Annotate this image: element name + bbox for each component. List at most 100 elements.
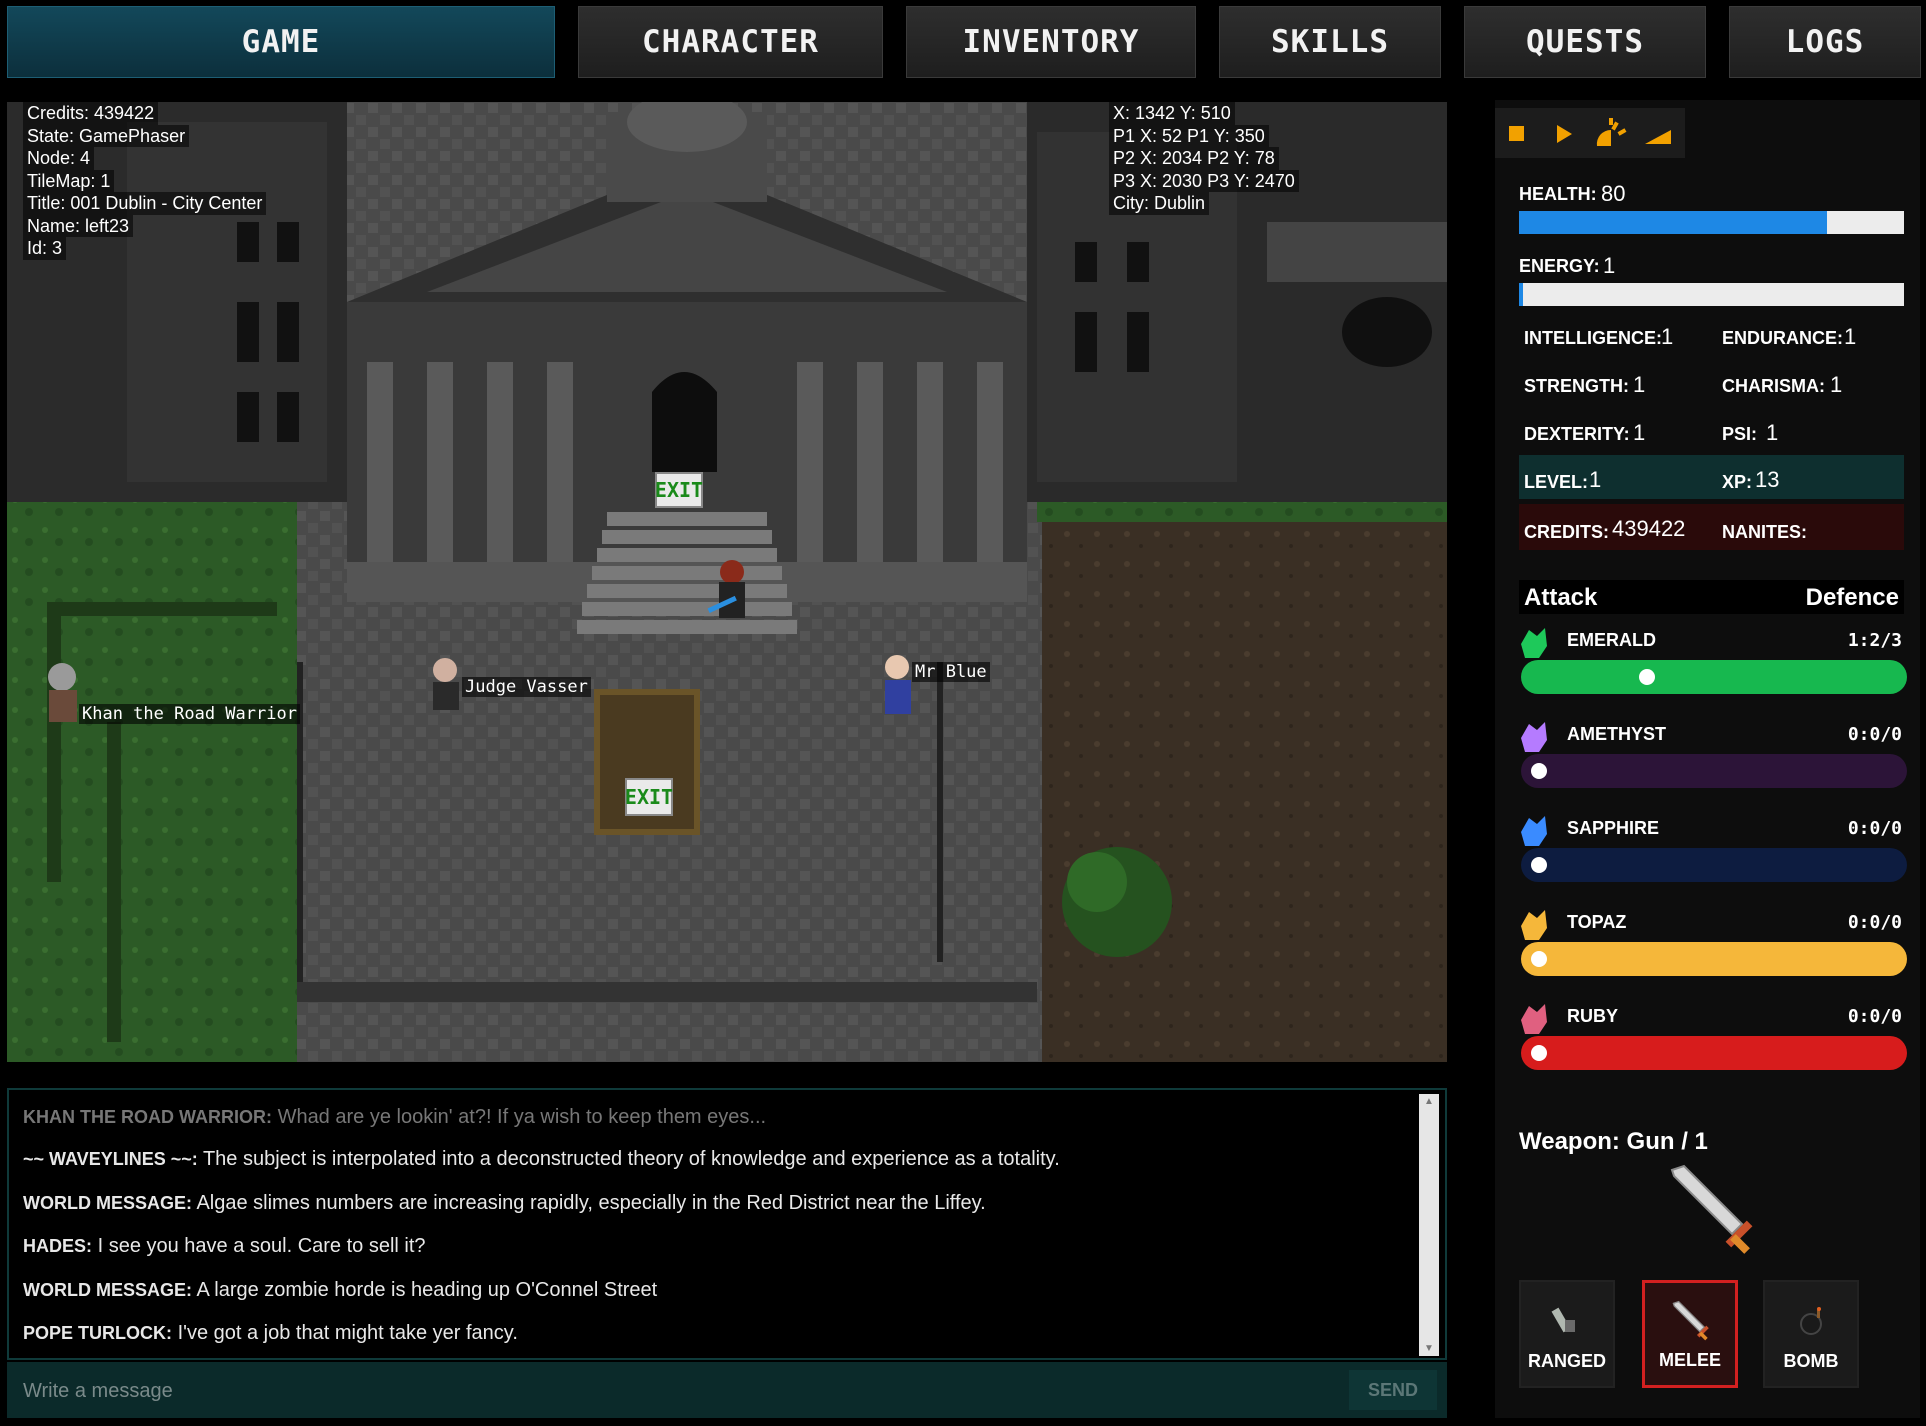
gem-name: SAPPHIRE bbox=[1567, 818, 1660, 838]
gem-name: RUBY bbox=[1567, 1006, 1619, 1026]
chat-scrollbar[interactable]: ▲ ▼ bbox=[1419, 1094, 1439, 1356]
endurance-label: ENDURANCE: bbox=[1722, 328, 1843, 348]
scroll-up-arrow-icon[interactable]: ▲ bbox=[1419, 1096, 1439, 1107]
chat-message: POPE TURLOCK: I've got a job that might … bbox=[23, 1322, 518, 1345]
slider-knob[interactable] bbox=[1531, 1045, 1547, 1061]
debug-credits: Credits: 439422 bbox=[23, 102, 159, 125]
xp-label: XP: bbox=[1722, 472, 1753, 492]
chat-text: Algae slimes numbers are increasing rapi… bbox=[196, 1192, 986, 1214]
level-row: LEVEL: 1 XP: 13 bbox=[1519, 455, 1904, 499]
exit-sign-top[interactable]: EXIT bbox=[655, 472, 703, 508]
chat-text: I've got a job that might take yer fancy… bbox=[177, 1322, 518, 1344]
tab-inventory[interactable]: INVENTORY bbox=[906, 6, 1196, 78]
debug-p3: P3 X: 2030 P3 Y: 2470 bbox=[1109, 169, 1299, 192]
charisma-label: CHARISMA: bbox=[1722, 376, 1825, 396]
volume-icon bbox=[1645, 130, 1671, 144]
exit-sign-label: EXIT bbox=[624, 785, 674, 809]
ruby-gem-icon bbox=[1521, 1004, 1547, 1034]
game-canvas[interactable]: Credits: 439422 State: GamePhaser Node: … bbox=[7, 102, 1447, 1062]
tab-skills[interactable]: SKILLS bbox=[1219, 6, 1441, 78]
gem-ratio: 0:0/0 bbox=[1847, 1006, 1902, 1027]
attack-label: Attack bbox=[1524, 584, 1598, 611]
slider-knob[interactable] bbox=[1639, 669, 1655, 685]
gem-name: TOPAZ bbox=[1567, 912, 1627, 932]
debug-p2: P2 X: 2034 P2 Y: 78 bbox=[1109, 147, 1279, 170]
debug-tilemap: TileMap: 1 bbox=[23, 169, 115, 192]
stop-icon bbox=[1509, 126, 1524, 141]
chat-speaker: ~~ WAVEYLINES ~~: bbox=[23, 1149, 198, 1169]
debug-state: State: GamePhaser bbox=[23, 124, 190, 147]
debug-title: Title: 001 Dublin - City Center bbox=[23, 192, 267, 215]
tab-game[interactable]: GAME bbox=[7, 6, 555, 78]
scroll-down-arrow-icon[interactable]: ▼ bbox=[1419, 1343, 1439, 1354]
melee-weapon-button[interactable]: MELEE bbox=[1642, 1280, 1738, 1388]
weapon-button-label: RANGED bbox=[1527, 1351, 1606, 1371]
attack-defence-header: Attack Defence bbox=[1519, 580, 1904, 614]
chat-input-bar: SEND bbox=[7, 1362, 1447, 1418]
ruby-slider[interactable] bbox=[1521, 1036, 1907, 1070]
sapphire-gem-icon bbox=[1521, 816, 1547, 846]
debug-position: X: 1342 Y: 510 bbox=[1109, 102, 1235, 125]
chat-text: A large zombie horde is heading up O'Con… bbox=[196, 1279, 658, 1301]
chat-speaker: HADES: bbox=[23, 1236, 93, 1256]
exit-sign-bottom[interactable]: EXIT bbox=[625, 778, 673, 816]
nanites-label: NANITES: bbox=[1722, 522, 1807, 542]
weapon-button-label: MELEE bbox=[1658, 1350, 1721, 1370]
gem-ratio: 0:0/0 bbox=[1847, 912, 1902, 933]
npc-name: Mr Blue bbox=[915, 662, 987, 682]
tab-character[interactable]: CHARACTER bbox=[578, 6, 883, 78]
health-bar-fill bbox=[1519, 211, 1827, 234]
tab-logs[interactable]: LOGS bbox=[1729, 6, 1921, 78]
npc-name: Judge Vasser bbox=[465, 677, 588, 697]
chat-message: ~~ WAVEYLINES ~~: The subject is interpo… bbox=[23, 1148, 1060, 1171]
slider-knob[interactable] bbox=[1531, 857, 1547, 873]
health-bar bbox=[1519, 211, 1904, 234]
amethyst-gem-icon bbox=[1521, 722, 1547, 752]
xp-value: 13 bbox=[1755, 467, 1780, 492]
bomb-icon bbox=[1800, 1307, 1822, 1335]
npc-label-mrblue[interactable]: Mr Blue bbox=[912, 662, 990, 682]
npc-label-khan[interactable]: Khan the Road Warrior bbox=[79, 704, 300, 724]
npc-judge bbox=[433, 658, 459, 710]
sword-icon bbox=[1672, 1300, 1709, 1341]
tab-quests[interactable]: QUESTS bbox=[1464, 6, 1706, 78]
chat-log[interactable]: KHAN THE ROAD WARRIOR: Whad are ye looki… bbox=[7, 1088, 1447, 1360]
debug-name: Name: left23 bbox=[23, 214, 134, 237]
intelligence-value: 1 bbox=[1661, 324, 1674, 349]
health-label: HEALTH: bbox=[1519, 184, 1597, 204]
energy-label: ENERGY: bbox=[1519, 256, 1600, 276]
chat-speaker: KHAN THE ROAD WARRIOR: bbox=[23, 1107, 272, 1127]
bomb-weapon-button[interactable]: BOMB bbox=[1763, 1280, 1859, 1388]
debug-info-left: Credits: 439422 State: GamePhaser Node: … bbox=[23, 102, 267, 260]
gem-name: EMERALD bbox=[1567, 630, 1656, 650]
chat-text: The subject is interpolated into a decon… bbox=[202, 1148, 1060, 1170]
chat-message-input[interactable] bbox=[21, 1374, 1325, 1408]
fast-icon bbox=[1596, 118, 1627, 146]
chat-text: Whad are ye lookin' at?! If ya wish to k… bbox=[277, 1106, 767, 1128]
gun-icon bbox=[1551, 1307, 1575, 1333]
slider-knob[interactable] bbox=[1531, 763, 1547, 779]
emerald-slider[interactable] bbox=[1521, 660, 1907, 694]
topaz-slider[interactable] bbox=[1521, 942, 1907, 976]
npc-name: Khan the Road Warrior bbox=[82, 704, 297, 724]
psi-value: 1 bbox=[1766, 420, 1779, 445]
npc-label-judge[interactable]: Judge Vasser bbox=[462, 677, 591, 697]
level-value: 1 bbox=[1589, 467, 1602, 492]
ranged-weapon-button[interactable]: RANGED bbox=[1519, 1280, 1615, 1388]
credits-label: CREDITS: bbox=[1524, 522, 1609, 542]
endurance-value: 1 bbox=[1844, 324, 1857, 349]
exit-sign-label: EXIT bbox=[654, 478, 704, 502]
slider-knob[interactable] bbox=[1531, 951, 1547, 967]
weapon-button-label: BOMB bbox=[1783, 1351, 1839, 1371]
chat-speaker: POPE TURLOCK: bbox=[23, 1323, 173, 1343]
chat-message: KHAN THE ROAD WARRIOR: Whad are ye looki… bbox=[23, 1106, 766, 1129]
debug-p1: P1 X: 52 P1 Y: 350 bbox=[1109, 124, 1269, 147]
right-dirt bbox=[1042, 522, 1447, 1062]
sapphire-slider[interactable] bbox=[1521, 848, 1907, 882]
defence-label: Defence bbox=[1805, 584, 1899, 611]
tab-label: GAME bbox=[241, 24, 321, 60]
send-button[interactable]: SEND bbox=[1349, 1370, 1437, 1410]
chat-text: I see you have a soul. Care to sell it? bbox=[97, 1235, 426, 1257]
strength-value: 1 bbox=[1633, 372, 1646, 397]
amethyst-slider[interactable] bbox=[1521, 754, 1907, 788]
